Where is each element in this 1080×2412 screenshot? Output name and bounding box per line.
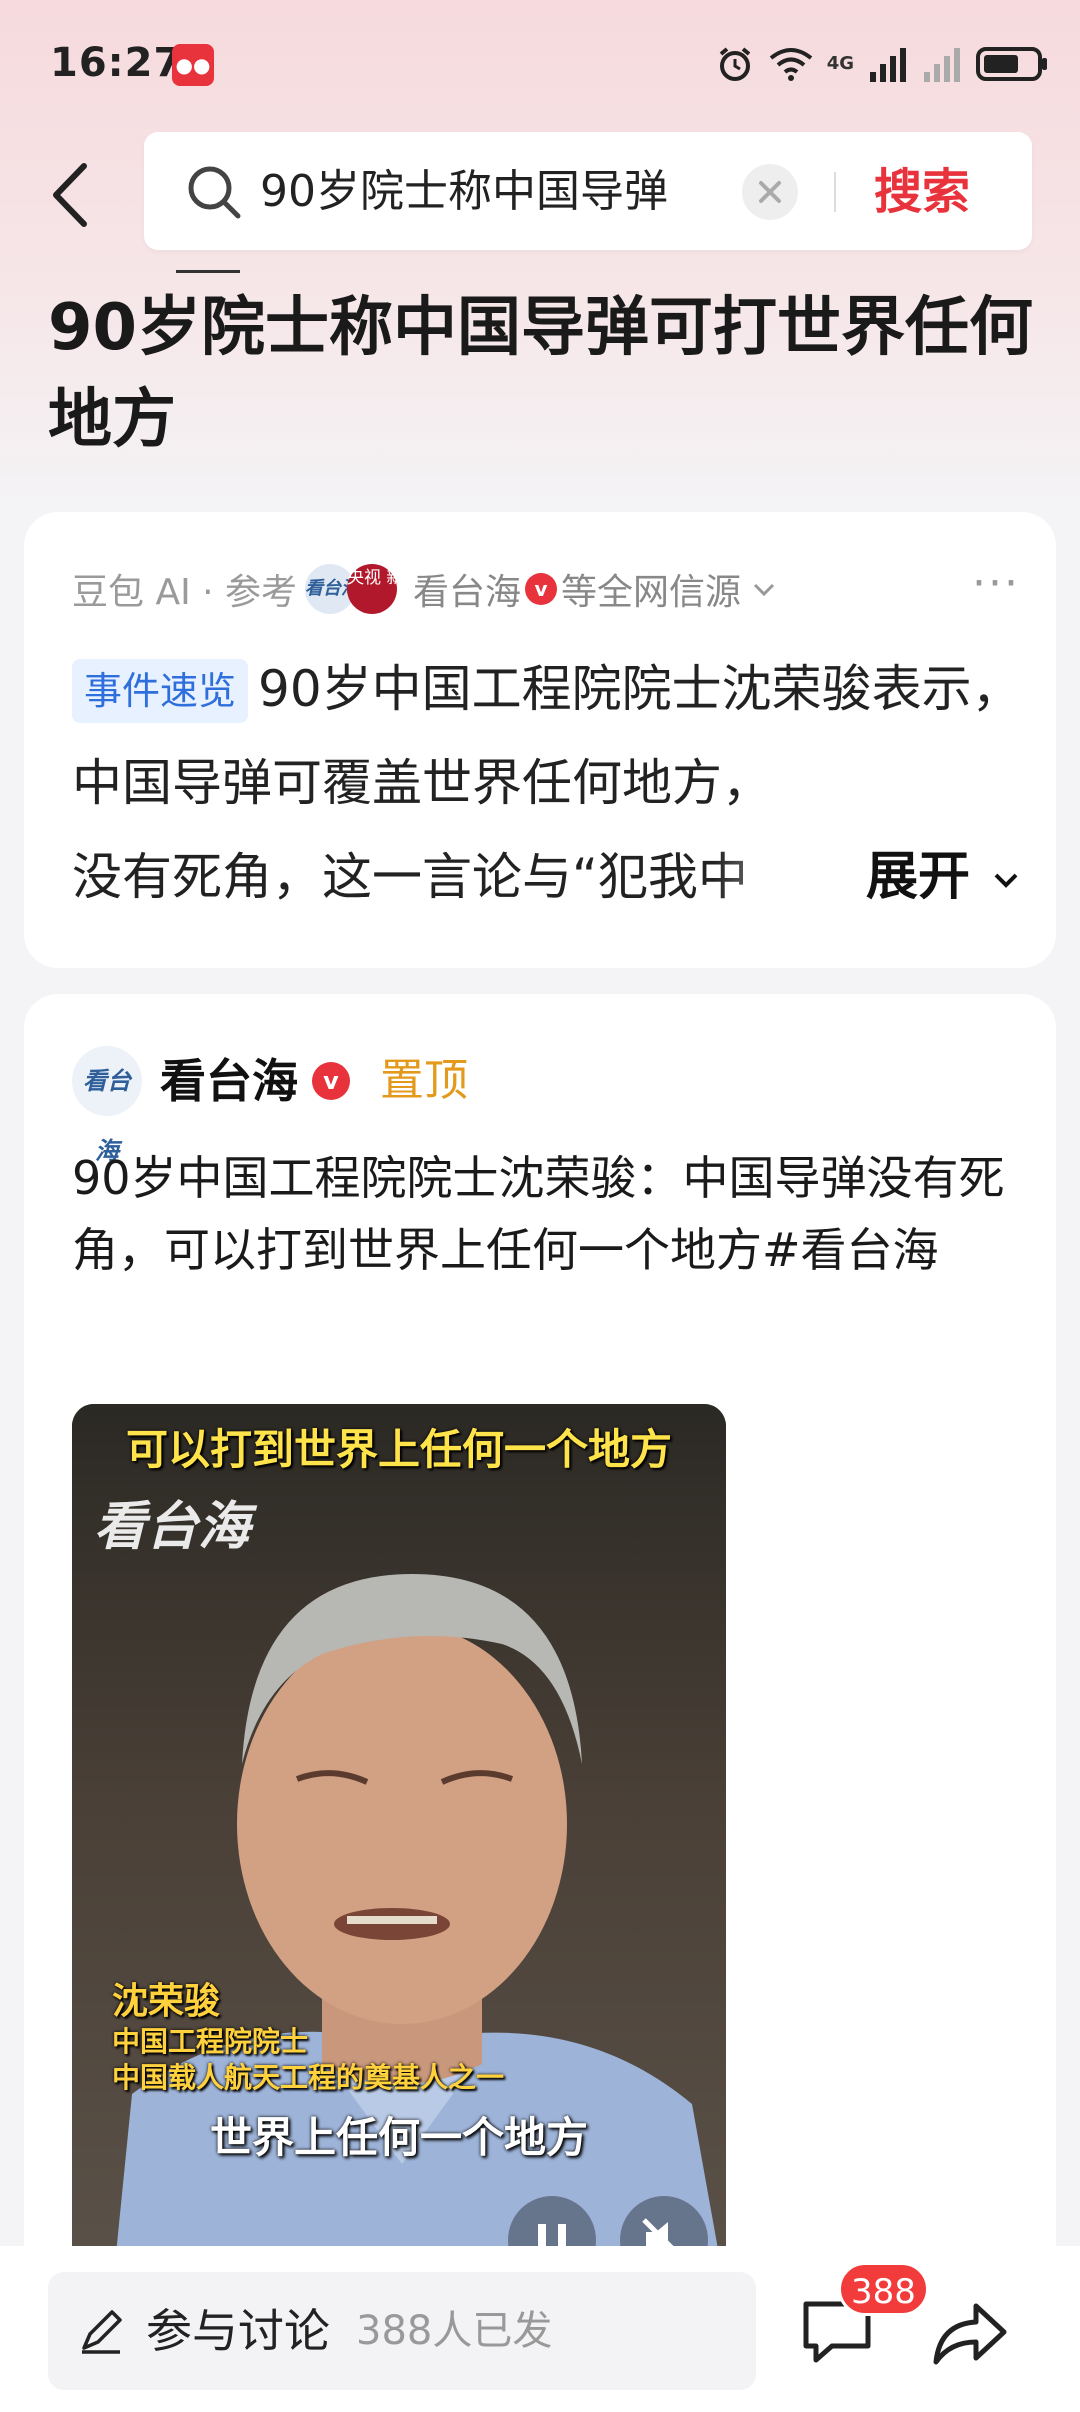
comment-count-badge: 388 bbox=[838, 2262, 929, 2316]
search-icon bbox=[188, 166, 241, 219]
video-person-title-2: 中国载人航天工程的奠基人之一 bbox=[112, 2061, 505, 2094]
ai-source-name: 看台海 bbox=[413, 572, 522, 613]
verified-icon: v bbox=[525, 573, 558, 605]
ai-source-prefix: 豆包 AI · 参考 bbox=[72, 572, 298, 613]
video-caption-top: 可以打到世界上任何一个地方 bbox=[125, 1425, 672, 1474]
status-icons: 4G bbox=[715, 42, 1050, 86]
status-bar: 16:27 ●● 4G bbox=[0, 0, 1080, 130]
signal-icon bbox=[870, 48, 906, 82]
search-bar[interactable]: 90岁院士称中国导弹 搜索 bbox=[144, 132, 1032, 250]
tab-indicator bbox=[176, 270, 240, 273]
avatar[interactable]: 看台海 bbox=[72, 1046, 142, 1165]
bottom-bar: 参与讨论 388人已发 388 bbox=[0, 2246, 1080, 2412]
share-icon[interactable] bbox=[932, 2300, 1008, 2366]
discuss-label: 参与讨论 bbox=[146, 2304, 330, 2358]
video-person-title: 中国工程院院士 中国载人航天工程的奠基人之一 bbox=[112, 2024, 504, 2096]
video-caption-bottom: 世界上任何一个地方 bbox=[209, 2113, 588, 2162]
author-name: 看台海 bbox=[160, 1054, 298, 1108]
pinned-label: 置顶 bbox=[380, 1055, 468, 1106]
status-time: 16:27 bbox=[50, 40, 183, 86]
event-tag: 事件速览 bbox=[72, 659, 249, 723]
text-fade bbox=[714, 830, 864, 924]
clear-icon[interactable] bbox=[742, 164, 798, 220]
expand-label: 展开 bbox=[866, 847, 971, 907]
signal-icon bbox=[924, 48, 960, 82]
app-notification-icon: ●● bbox=[172, 44, 214, 86]
ai-summary-card: 豆包 AI · 参考 看台海 央视 新闻 看台海 v 等全网信源 ··· 事件速… bbox=[24, 512, 1056, 968]
discuss-input[interactable]: 参与讨论 388人已发 bbox=[48, 2272, 756, 2390]
search-button[interactable]: 搜索 bbox=[874, 162, 970, 222]
video-person-name: 沈荣骏 bbox=[112, 1981, 221, 2022]
post-text[interactable]: 90岁中国工程院院士沈荣骏：中国导弹没有死角，可以打到世界上任何一个地方#看台海 bbox=[72, 1142, 1032, 1286]
network-type-label: 4G bbox=[826, 53, 854, 74]
source-logo-cctv: 央视 新闻 bbox=[347, 564, 420, 614]
verified-icon: v bbox=[312, 1062, 350, 1100]
battery-icon bbox=[976, 47, 1047, 81]
page-title: 90岁院士称中国导弹可打世界任何地方 bbox=[48, 291, 1034, 457]
expand-button[interactable]: 展开 bbox=[866, 830, 1029, 924]
video-person-title-1: 中国工程院院士 bbox=[112, 2025, 309, 2058]
video-player[interactable]: 可以打到世界上任何一个地方 看台海 沈荣骏 中国工程院院士 中国载人航天工程的奠… bbox=[72, 1404, 726, 2294]
pen-icon bbox=[82, 2310, 122, 2354]
search-divider bbox=[834, 172, 836, 212]
discuss-count: 388人已发 bbox=[356, 2308, 553, 2354]
wifi-icon bbox=[769, 48, 812, 81]
chevron-down-icon bbox=[754, 583, 775, 597]
chevron-down-icon bbox=[994, 873, 1018, 888]
back-arrow-icon[interactable] bbox=[44, 160, 100, 230]
author-row[interactable]: 看台海 v bbox=[160, 1048, 354, 1114]
ai-summary-text: 事件速览 90岁中国工程院院士沈荣骏表示，中国导弹可覆盖世界任何地方， bbox=[72, 642, 1032, 830]
alarm-icon bbox=[719, 47, 750, 81]
ai-source-suffix: 等全网信源 bbox=[561, 572, 742, 613]
more-icon[interactable]: ··· bbox=[972, 558, 1020, 609]
video-watermark: 看台海 bbox=[94, 1497, 251, 1557]
post-card: 看台海 看台海 v 置顶 90岁中国工程院院士沈荣骏：中国导弹没有死角，可以打到… bbox=[24, 994, 1056, 2294]
ai-source-row[interactable]: 豆包 AI · 参考 看台海 央视 新闻 看台海 v 等全网信源 bbox=[72, 564, 779, 614]
